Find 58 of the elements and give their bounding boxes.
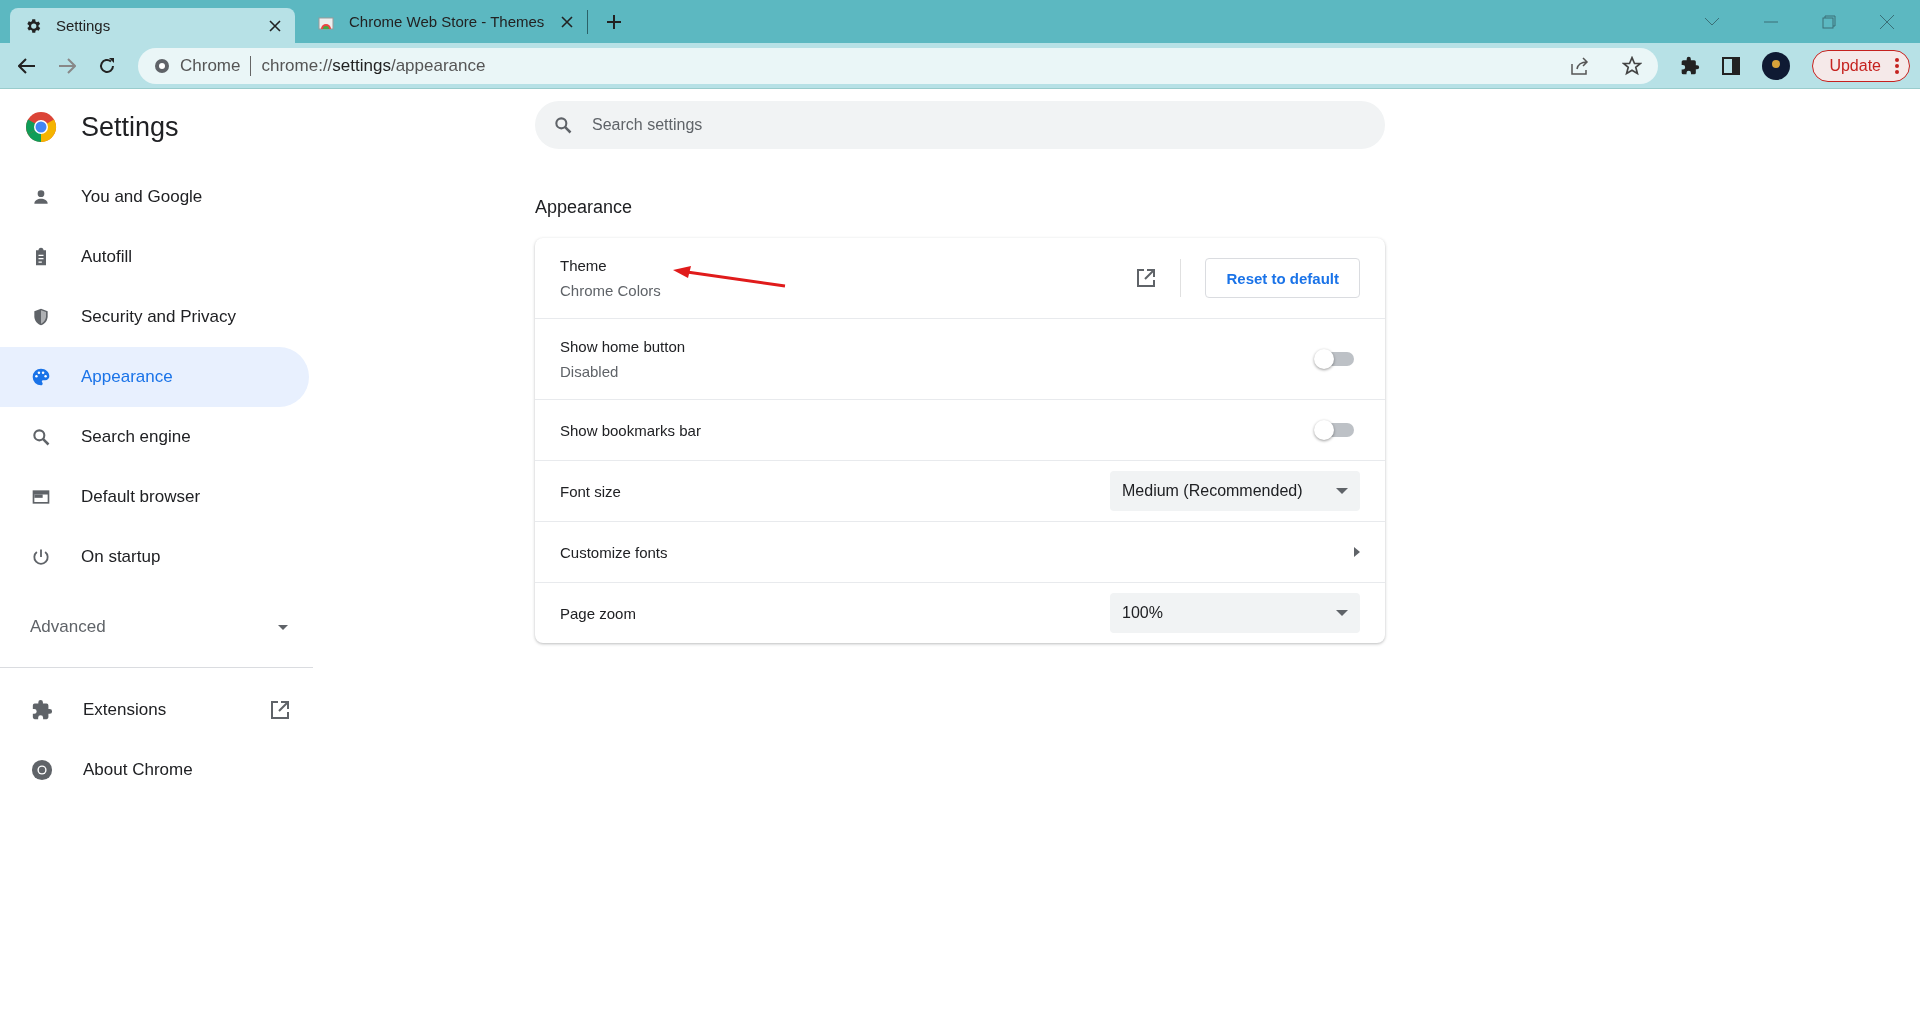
reset-button[interactable]: Reset to default xyxy=(1205,258,1360,298)
power-icon xyxy=(31,547,51,567)
back-icon[interactable] xyxy=(18,57,36,74)
external-link-icon xyxy=(270,700,290,720)
update-button[interactable]: Update xyxy=(1812,49,1910,82)
nav-item[interactable]: You and Google xyxy=(0,167,310,227)
setting-label: Font size xyxy=(560,482,621,500)
search-icon xyxy=(31,427,51,447)
close-icon[interactable] xyxy=(269,19,281,32)
dropdown[interactable]: Medium (Recommended) xyxy=(1110,471,1360,511)
advanced-toggle[interactable]: Advanced xyxy=(0,587,313,667)
reload-icon[interactable] xyxy=(98,56,116,75)
setting-label: Show bookmarks bar xyxy=(560,421,701,439)
dropdown[interactable]: 100% xyxy=(1110,593,1360,633)
address-bar[interactable]: Chrome chrome://settings/appearance xyxy=(138,47,1659,84)
nav-item[interactable]: About Chrome xyxy=(0,740,310,800)
caret-icon xyxy=(1336,610,1348,616)
palette-icon xyxy=(31,367,51,387)
nav-item[interactable]: Autofill xyxy=(0,227,310,287)
page-title: Settings xyxy=(81,111,179,143)
avatar-icon[interactable] xyxy=(1762,51,1791,80)
chrome-logo-icon xyxy=(31,759,53,781)
nav-item[interactable]: Appearance xyxy=(0,347,309,407)
shield-icon xyxy=(31,307,51,327)
setting-label: Show home button xyxy=(560,338,686,355)
setting-label: Customize fonts xyxy=(560,543,668,561)
forward-icon[interactable] xyxy=(58,57,76,74)
nav-item[interactable]: Search engine xyxy=(0,407,310,467)
person-icon xyxy=(31,187,51,207)
url-text: chrome://settings/appearance xyxy=(261,55,486,76)
nav-item[interactable]: Default browser xyxy=(0,467,310,527)
section-title: Appearance xyxy=(535,197,634,218)
new-tab-icon[interactable] xyxy=(606,13,622,30)
puzzle-icon xyxy=(31,699,53,721)
caret-icon xyxy=(278,624,288,630)
star-icon[interactable] xyxy=(1622,55,1643,76)
setting-label: Theme xyxy=(560,257,607,274)
browser-tab[interactable]: Settings xyxy=(10,8,295,43)
share-icon[interactable] xyxy=(1570,56,1591,75)
puzzle-icon[interactable] xyxy=(1680,55,1701,76)
more-icon xyxy=(1895,57,1899,74)
search-field[interactable]: Search settings xyxy=(535,101,1385,149)
close-icon[interactable] xyxy=(561,15,573,28)
chrome-logo-icon xyxy=(154,57,170,74)
external-link-icon[interactable] xyxy=(1136,268,1157,288)
setting-value: Disabled xyxy=(560,363,619,380)
caret-right-icon[interactable] xyxy=(1354,547,1360,557)
side-panel-icon[interactable] xyxy=(1722,56,1741,75)
setting-label: Page zoom xyxy=(560,604,636,622)
caret-icon xyxy=(1336,488,1348,494)
browser-icon xyxy=(31,487,51,507)
chrome-logo-icon xyxy=(25,111,57,143)
site-label: Chrome xyxy=(180,55,241,76)
nav-item[interactable]: Extensions xyxy=(0,680,310,740)
nav-item[interactable]: Security and Privacy xyxy=(0,287,310,347)
nav-item[interactable]: On startup xyxy=(0,527,310,587)
browser-tab[interactable]: Chrome Web Store - Themes xyxy=(303,9,588,34)
setting-value: Chrome Colors xyxy=(560,282,661,299)
